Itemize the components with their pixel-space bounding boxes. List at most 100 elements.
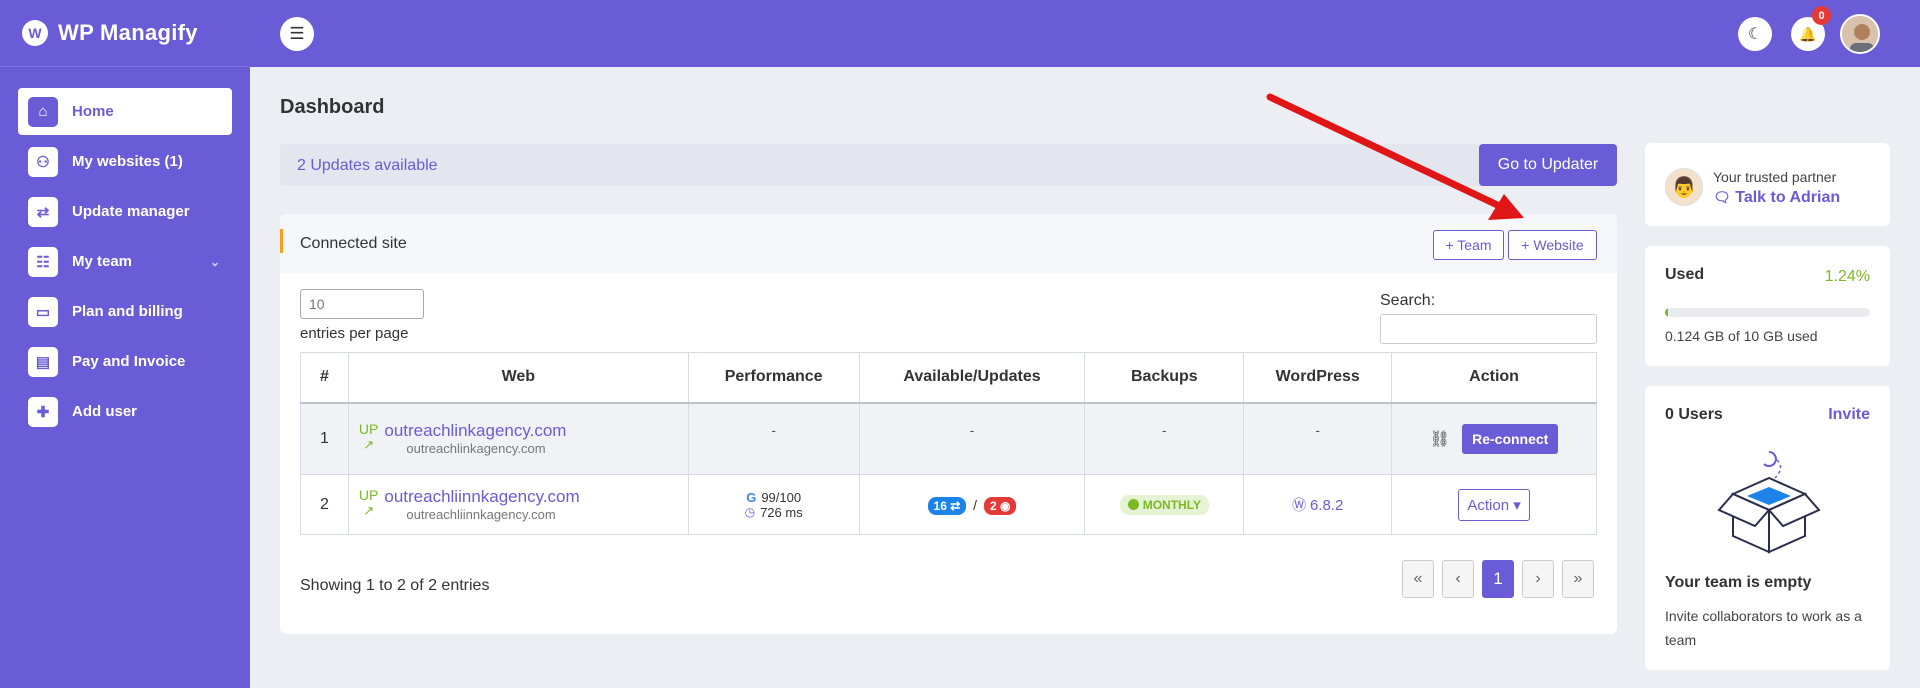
user-avatar[interactable] <box>1840 14 1880 54</box>
users-icon: ☷ <box>28 246 58 277</box>
notification-count-badge: 0 <box>1812 6 1831 25</box>
sidebar-item-my-team[interactable]: ☷ My team ⌄ <box>18 238 232 285</box>
moon-icon: ☾ <box>1747 26 1763 43</box>
usage-progress-bar <box>1665 308 1870 317</box>
notifications-button[interactable]: 🔔 0 <box>1791 6 1831 51</box>
backups-cell: - <box>1084 402 1245 475</box>
web-cell: UP ↗ outreachliinnkagency.com outreachli… <box>347 474 689 535</box>
column-header[interactable]: Backups <box>1084 352 1245 404</box>
sidebar-item-label: Update manager <box>72 203 190 220</box>
table-header-row: # Web Performance Available/Updates Back… <box>300 352 1597 404</box>
pending-updates-badge[interactable]: 2 ◉ <box>983 496 1017 515</box>
table-row: 1 UP ↗ outreachlinkagency.com outreachli… <box>300 402 1597 475</box>
status-badge: UP <box>358 421 379 438</box>
updates-cell: - <box>858 402 1086 475</box>
updates-cell: 16 ⇄ / 2 ◉ <box>858 474 1086 535</box>
chat-icon: 🗨 <box>1713 189 1731 205</box>
prev-page-button[interactable]: ‹ <box>1442 560 1474 598</box>
partner-label: Your trusted partner <box>1713 169 1837 185</box>
home-icon: ⌂ <box>28 96 58 127</box>
search-label: Search: <box>1380 292 1436 309</box>
credit-card-icon: ▭ <box>28 296 58 327</box>
page-title: Dashboard <box>280 96 385 118</box>
sitemap-icon: ⚇ <box>28 146 58 177</box>
table-row: 2 UP ↗ outreachliinnkagency.com outreach… <box>300 474 1597 535</box>
column-header[interactable]: WordPress <box>1243 352 1393 404</box>
sites-table: # Web Performance Available/Updates Back… <box>300 352 1597 535</box>
web-cell: UP ↗ outreachlinkagency.com outreachlink… <box>347 402 689 475</box>
connected-site-card: Connected site + Team + Website entries … <box>280 214 1617 634</box>
pagination: « ‹ 1 › » <box>1402 560 1594 598</box>
wp-logo-icon: W <box>22 20 48 46</box>
brand[interactable]: W WP Managify <box>0 0 250 67</box>
status-badge: UP <box>358 487 379 503</box>
usage-progress-fill <box>1665 308 1669 317</box>
chevron-down-icon[interactable]: ⌄ <box>210 255 220 269</box>
invoice-icon: ▤ <box>28 346 58 377</box>
sidebar-item-label: My websites (1) <box>72 153 183 170</box>
add-website-button[interactable]: + Website <box>1508 230 1597 260</box>
sidebar-item-plan-billing[interactable]: ▭ Plan and billing <box>18 288 232 335</box>
site-link[interactable]: outreachliinnkagency.com <box>384 487 579 507</box>
topbar: ☰ ☾ 🔔 0 <box>250 0 1920 67</box>
available-updates-badge[interactable]: 16 ⇄ <box>927 496 967 515</box>
brand-name: WP Managify <box>58 20 198 45</box>
column-header[interactable]: Action <box>1391 352 1597 404</box>
search-input[interactable] <box>1380 314 1597 344</box>
backup-frequency: MONTHLY <box>1142 497 1201 512</box>
sidebar-item-home[interactable]: ⌂ Home <box>18 88 232 135</box>
column-header[interactable]: Web <box>347 352 689 404</box>
team-empty-title: Your team is empty <box>1665 574 1812 591</box>
sidebar-item-label: My team <box>72 253 133 270</box>
site-subtitle: outreachliinnkagency.com <box>406 507 556 522</box>
menu-toggle-button[interactable]: ☰ <box>280 17 314 51</box>
empty-box-illustration <box>1717 451 1821 554</box>
entries-per-page-input[interactable] <box>300 289 424 319</box>
entries-per-page-label: entries per page <box>300 325 409 342</box>
partner-avatar: 👨 <box>1665 168 1703 206</box>
page-1-button[interactable]: 1 <box>1482 560 1514 598</box>
talk-to-partner-link[interactable]: 🗨 Talk to Adrian <box>1713 189 1840 207</box>
action-cell: Action ▾ <box>1391 474 1597 535</box>
sidebar-item-my-websites[interactable]: ⚇ My websites (1) <box>18 138 232 185</box>
reconnect-button[interactable]: Re-connect <box>1462 423 1559 454</box>
action-cell: ⛓ Re-connect <box>1391 402 1597 475</box>
unlink-icon[interactable]: ⛓ <box>1430 429 1450 449</box>
add-team-button[interactable]: + Team <box>1433 230 1504 260</box>
go-to-updater-button[interactable]: Go to Updater <box>1479 144 1617 186</box>
trusted-partner-card: 👨 Your trusted partner 🗨 Talk to Adrian <box>1645 143 1890 226</box>
updates-alert: 2 Updates available Go to Updater <box>280 144 1617 186</box>
row-number: 1 <box>300 402 349 475</box>
bell-icon: 🔔 <box>1799 25 1817 42</box>
next-page-button[interactable]: › <box>1522 560 1554 598</box>
first-page-button[interactable]: « <box>1402 560 1434 598</box>
sidebar-item-label: Add user <box>72 403 138 420</box>
wordpress-cell: - <box>1243 402 1393 475</box>
row-number: 2 <box>300 474 349 535</box>
sidebar-item-label: Plan and billing <box>72 303 183 320</box>
dark-mode-toggle-button[interactable]: ☾ <box>1738 17 1772 51</box>
sidebar: W WP Managify ⌂ Home ⚇ My websites (1) ⇄… <box>0 0 250 688</box>
updates-separator: / <box>973 496 978 513</box>
team-empty-description: Invite collaborators to work as a team <box>1665 608 1862 648</box>
sidebar-item-pay-invoice[interactable]: ▤ Pay and Invoice <box>18 338 232 385</box>
exchange-icon: ⇄ <box>28 196 58 227</box>
last-page-button[interactable]: » <box>1562 560 1594 598</box>
sidebar-item-add-user[interactable]: ✚ Add user <box>18 388 232 435</box>
showing-entries-text: Showing 1 to 2 of 2 entries <box>300 577 490 594</box>
sidebar-item-label: Pay and Invoice <box>72 353 186 370</box>
column-header[interactable]: Performance <box>687 352 860 404</box>
usage-percent: 1.24% <box>1824 268 1870 285</box>
performance-score: 99/100 <box>761 489 802 505</box>
site-link[interactable]: outreachlinkagency.com <box>384 421 566 441</box>
column-header[interactable]: Available/Updates <box>858 352 1086 404</box>
invite-link[interactable]: Invite <box>1828 406 1870 424</box>
storage-usage-card: Used 1.24% 0.124 GB of 10 GB used <box>1645 246 1890 366</box>
sidebar-item-update-manager[interactable]: ⇄ Update manager <box>18 188 232 235</box>
column-header[interactable]: # <box>300 352 349 404</box>
updates-available-text: 2 Updates available <box>297 157 438 174</box>
trending-up-icon: ↗ <box>363 503 375 518</box>
wordpress-icon: Ⓦ <box>1292 496 1307 513</box>
talk-to-partner-label: Talk to Adrian <box>1735 189 1841 206</box>
action-dropdown-button[interactable]: Action ▾ <box>1458 488 1530 521</box>
